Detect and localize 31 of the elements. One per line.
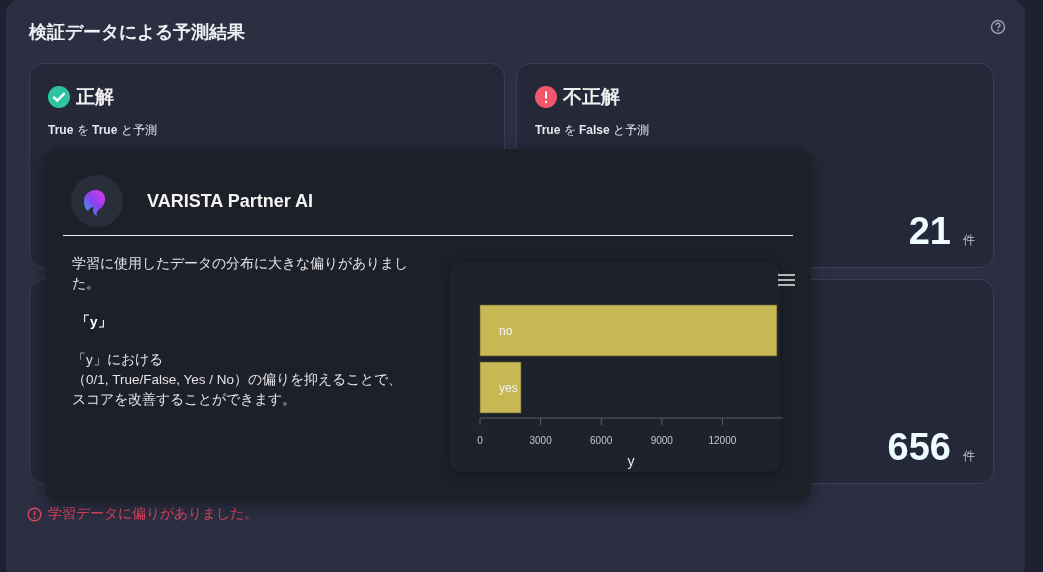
assistant-logo-icon xyxy=(71,175,123,227)
check-icon xyxy=(48,86,70,108)
tick-label: 6000 xyxy=(590,435,613,446)
count-unit: 件 xyxy=(963,232,975,249)
assistant-message: 学習に使用したデータの分布に大きな偏りがありました。 xyxy=(72,255,409,293)
count-value: 21 xyxy=(908,210,951,253)
tick-label: 12000 xyxy=(708,435,737,446)
menu-icon[interactable] xyxy=(778,274,795,286)
column-name: 「y」 xyxy=(76,313,113,331)
card-heading: 正解 xyxy=(76,85,114,109)
assistant-advice: 「y」における xyxy=(72,351,164,369)
assistant-advice: スコアを改善することができます。 xyxy=(72,391,297,409)
tick-label: 0 xyxy=(477,435,483,446)
tick-label: 3000 xyxy=(529,435,552,446)
card-subtitle: True を False と予測 xyxy=(535,122,651,139)
error-message: 学習データに偏りがありました。 xyxy=(48,505,258,523)
card-subtitle: True を True と予測 xyxy=(48,122,158,139)
category-label: no xyxy=(499,324,513,338)
assistant-advice: （0/1, True/False, Yes / No）の偏りを抑えることで、 xyxy=(72,371,404,389)
count-unit: 件 xyxy=(963,448,975,465)
axis-title: y xyxy=(627,453,635,469)
alert-icon xyxy=(535,86,557,108)
warning-icon xyxy=(27,506,42,522)
tick-label: 9000 xyxy=(650,435,673,446)
card-heading: 不正解 xyxy=(563,85,620,109)
assistant-name: VARISTA Partner AI xyxy=(147,190,314,212)
category-label: yes xyxy=(499,381,518,395)
panel-title: 検証データによる予測結果 xyxy=(29,21,245,44)
count-value: 656 xyxy=(887,426,951,469)
bar xyxy=(479,361,522,414)
help-icon[interactable] xyxy=(990,19,1006,35)
